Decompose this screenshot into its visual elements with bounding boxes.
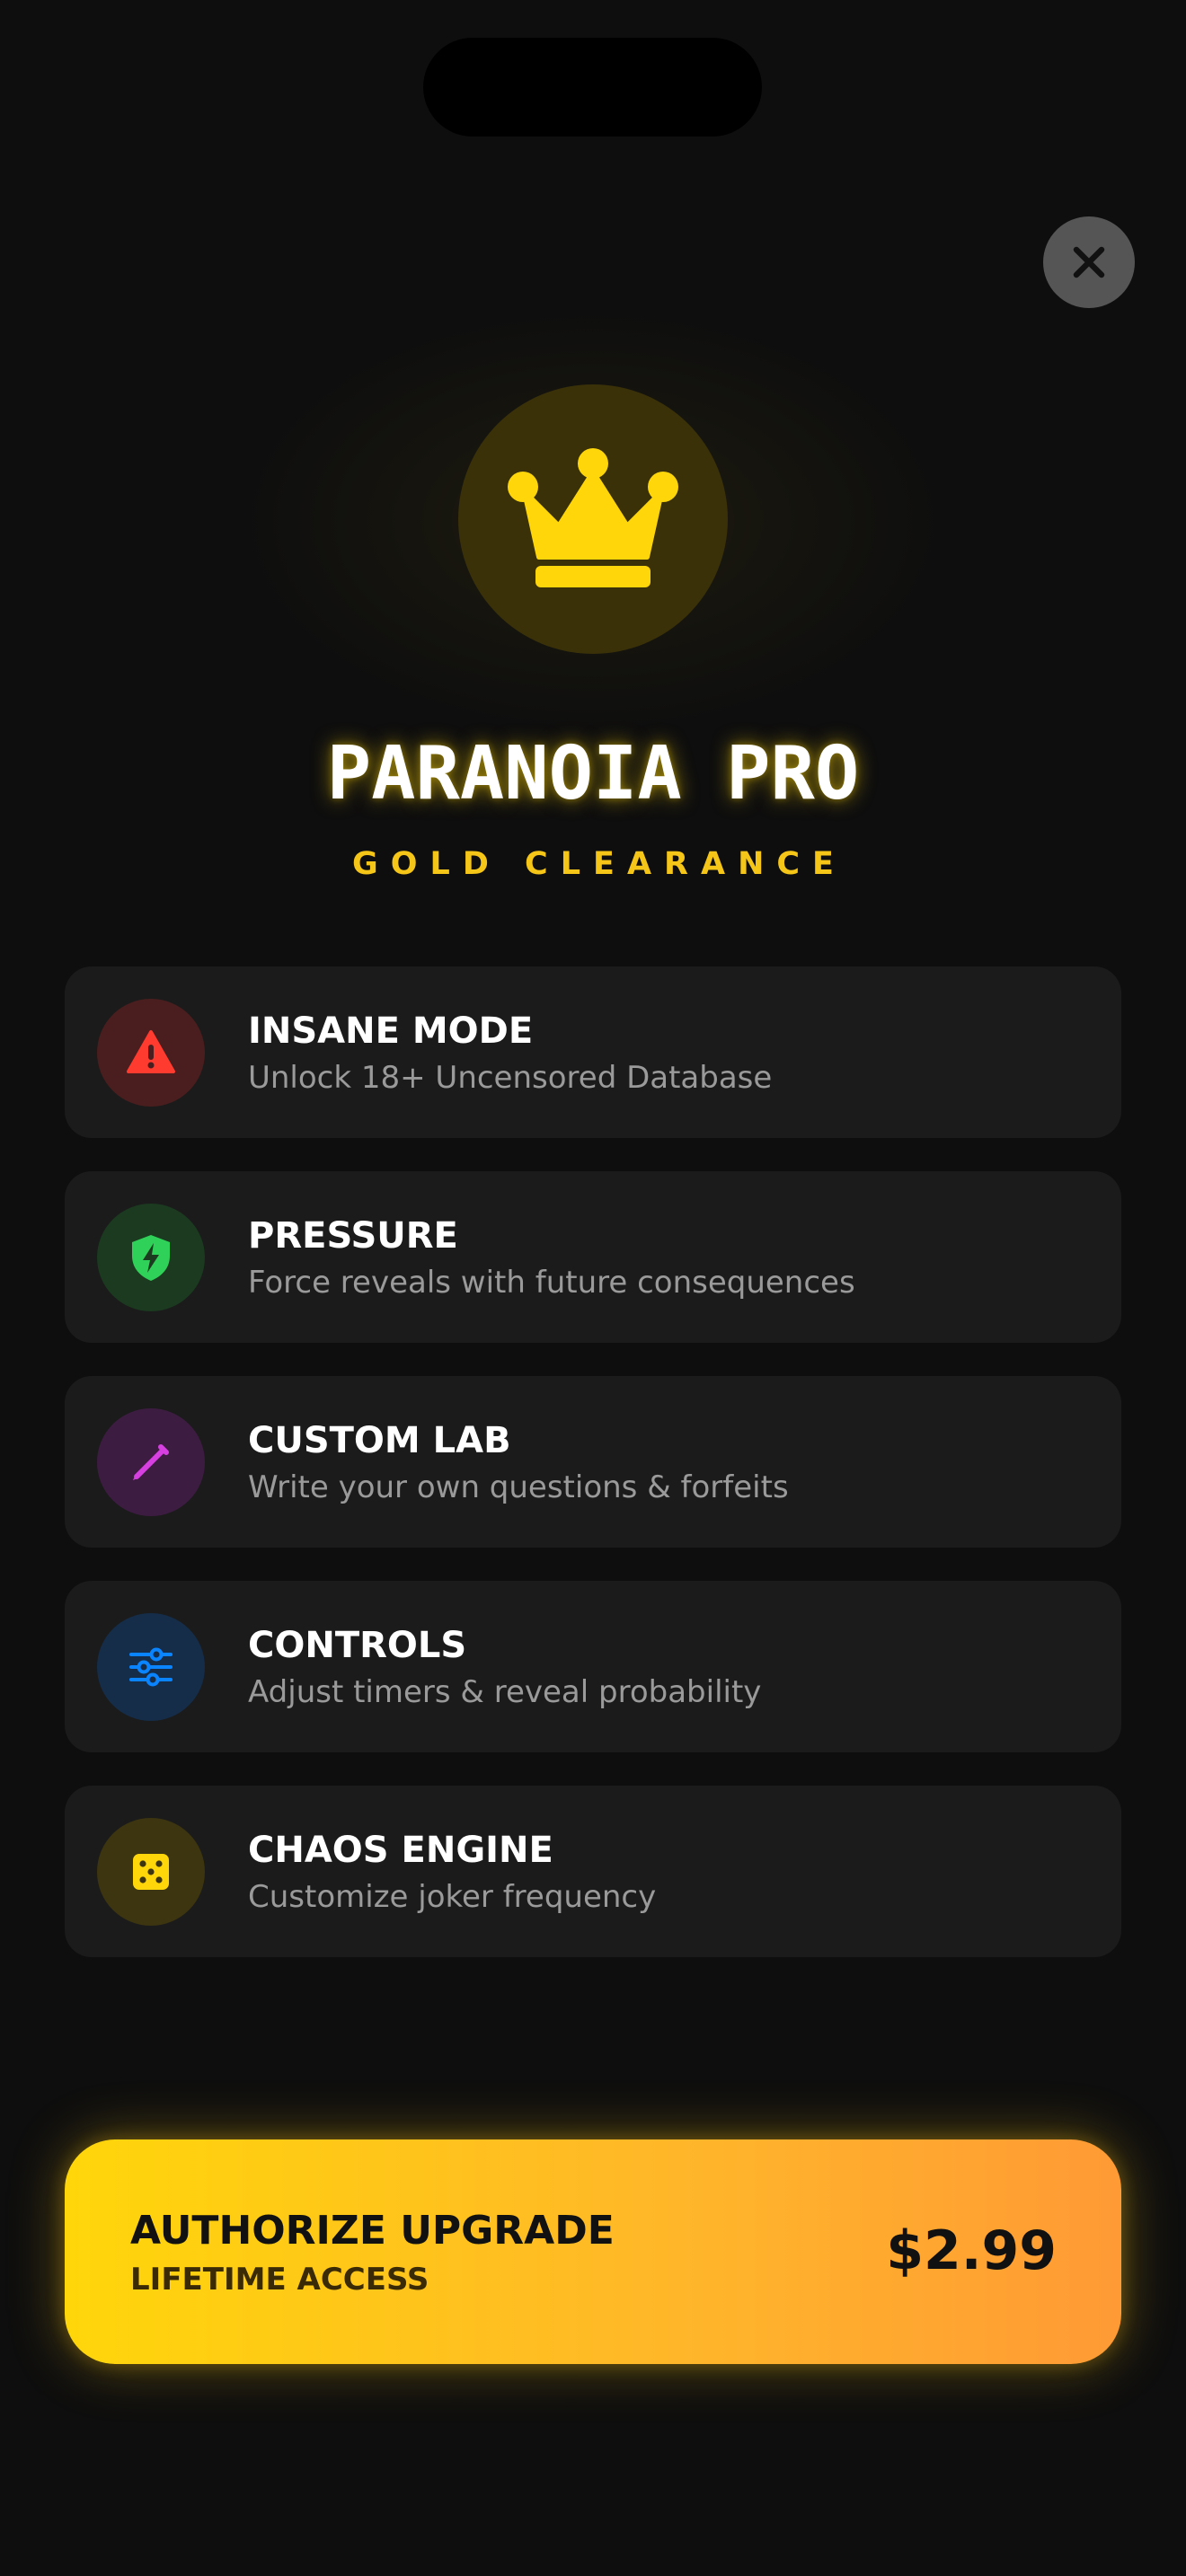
- feature-description: Unlock 18+ Uncensored Database: [248, 1060, 773, 1096]
- feature-controls: CONTROLS Adjust timers & reveal probabil…: [65, 1581, 1121, 1752]
- feature-title: CHAOS ENGINE: [248, 1830, 553, 1871]
- warning-triangle-icon: [127, 1030, 175, 1073]
- feature-title: INSANE MODE: [248, 1010, 534, 1052]
- close-button[interactable]: [1043, 216, 1135, 308]
- feature-pressure: PRESSURE Force reveals with future conse…: [65, 1171, 1121, 1343]
- page-subtitle: GOLD CLEARANCE: [352, 846, 846, 882]
- feature-custom-lab: CUSTOM LAB Write your own questions & fo…: [65, 1376, 1121, 1548]
- pencil-icon: [133, 1444, 169, 1480]
- feature-title: CUSTOM LAB: [248, 1420, 511, 1461]
- close-icon: [1073, 246, 1105, 278]
- feature-description: Adjust timers & reveal probability: [248, 1674, 762, 1710]
- crown-badge: [458, 384, 728, 654]
- feature-icon-badge: [97, 1204, 205, 1311]
- sliders-icon: [129, 1647, 173, 1687]
- upgrade-subtitle: LIFETIME ACCESS: [130, 2262, 429, 2298]
- feature-title: CONTROLS: [248, 1625, 467, 1666]
- feature-icon-badge: [97, 1613, 205, 1721]
- dynamic-island: [423, 38, 762, 137]
- shield-bolt-icon: [132, 1235, 170, 1281]
- feature-icon-badge: [97, 999, 205, 1107]
- dice-icon: [133, 1854, 169, 1890]
- feature-list: INSANE MODE Unlock 18+ Uncensored Databa…: [65, 966, 1121, 1990]
- upgrade-title: AUTHORIZE UPGRADE: [130, 2208, 615, 2254]
- crown-icon: [508, 448, 678, 587]
- authorize-upgrade-button[interactable]: AUTHORIZE UPGRADE LIFETIME ACCESS $2.99: [65, 2139, 1121, 2364]
- feature-description: Write your own questions & forfeits: [248, 1469, 789, 1505]
- feature-chaos-engine: CHAOS ENGINE Customize joker frequency: [65, 1786, 1121, 1957]
- feature-description: Force reveals with future consequences: [248, 1265, 855, 1301]
- page-title: PARANOIA PRO: [326, 731, 860, 816]
- upgrade-price: $2.99: [886, 2219, 1057, 2282]
- feature-insane-mode: INSANE MODE Unlock 18+ Uncensored Databa…: [65, 966, 1121, 1138]
- feature-icon-badge: [97, 1818, 205, 1926]
- feature-title: PRESSURE: [248, 1215, 458, 1257]
- feature-description: Customize joker frequency: [248, 1879, 657, 1915]
- feature-icon-badge: [97, 1408, 205, 1516]
